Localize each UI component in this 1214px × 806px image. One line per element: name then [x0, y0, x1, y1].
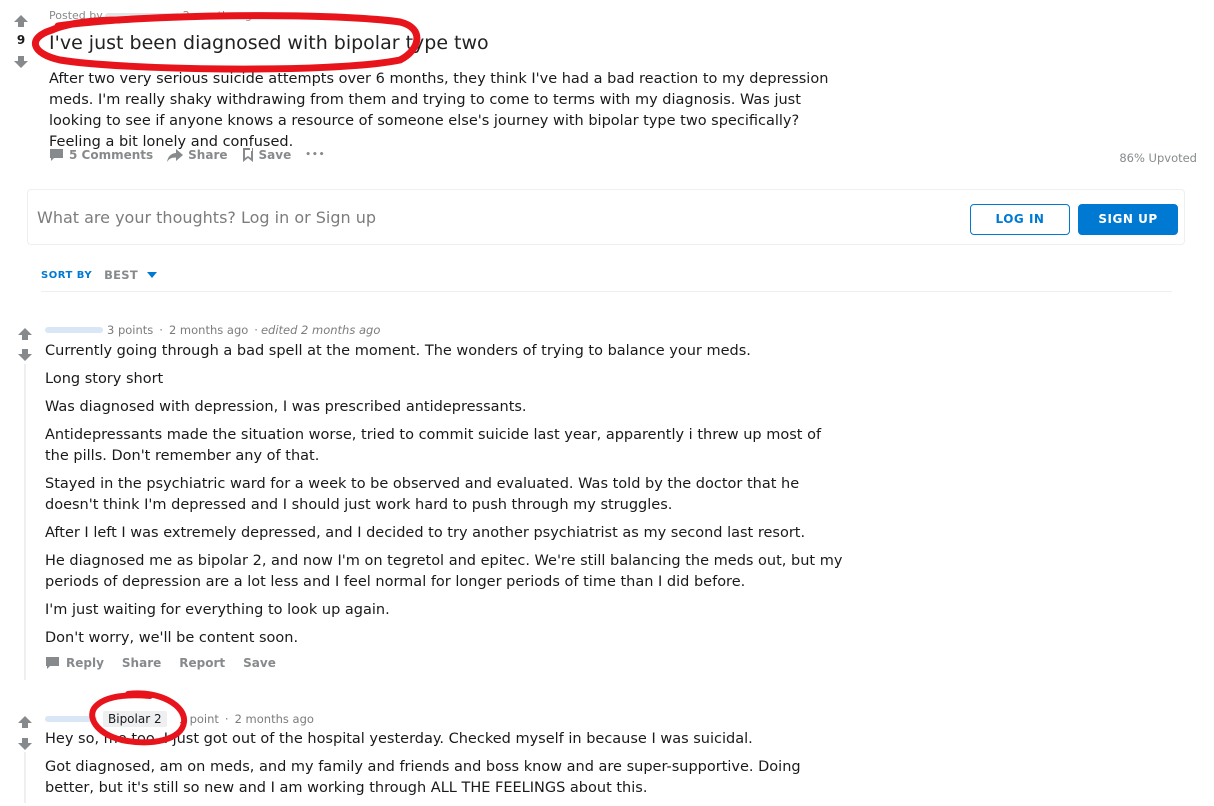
post-meta: Posted by 2 months ago — [49, 9, 259, 22]
post-body: After two very serious suicide attempts … — [49, 71, 829, 150]
comment-save-button[interactable]: Save — [243, 656, 276, 670]
save-label: Save — [258, 148, 292, 162]
comment-paragraph: Currently going through a bad spell at t… — [45, 343, 751, 359]
comment-paragraph: He diagnosed me as bipolar 2, and now I'… — [45, 553, 843, 590]
upvote-icon — [18, 716, 32, 728]
comment-downvote-button[interactable] — [18, 346, 32, 365]
comment-body: Hey so, me too. I just got out of the ho… — [45, 729, 845, 806]
comment-points: 1 point — [178, 712, 219, 726]
downvote-icon — [18, 738, 32, 750]
more-options-button[interactable]: ••• — [305, 150, 325, 160]
comment-edited: edited 2 months ago — [260, 323, 381, 337]
reply-button[interactable]: Reply — [66, 656, 104, 670]
comments-button[interactable]: 5 Comments — [49, 148, 153, 162]
chevron-down-icon — [147, 272, 158, 278]
divider — [41, 291, 1172, 292]
posted-by-label: Posted by — [49, 9, 103, 22]
comments-count: 5 Comments — [69, 148, 154, 162]
comment-paragraph: Hey so, me too. I just got out of the ho… — [45, 731, 753, 747]
comment-upvote-button[interactable] — [18, 325, 32, 344]
comment-icon — [50, 149, 63, 161]
share-button[interactable]: Share — [167, 148, 228, 162]
comment-body: Currently going through a bad spell at t… — [45, 341, 845, 656]
comment-paragraph: Don't worry, we'll be content soon. — [45, 630, 299, 646]
upvote-icon — [18, 328, 32, 340]
sign-up-button[interactable]: SIGN UP — [1078, 204, 1178, 235]
post-actions: 5 Comments Share Save ••• — [49, 148, 339, 162]
comment-actions: Reply Share Report Save — [45, 656, 294, 670]
sort-label: SORT BY — [41, 269, 93, 281]
sort-value: BEST — [104, 268, 139, 282]
comment-meta: Bipolar 2 1 point · 2 months ago — [45, 711, 314, 727]
post-time: 2 months ago — [182, 9, 259, 22]
comment-paragraph: Got diagnosed, am on meds, and my family… — [45, 759, 801, 796]
downvote-icon — [18, 349, 32, 361]
comment-paragraph: Antidepressants made the situation worse… — [45, 427, 822, 464]
report-button[interactable]: Report — [179, 656, 225, 670]
comment-share-button[interactable]: Share — [122, 656, 161, 670]
user-flair: Bipolar 2 — [103, 711, 167, 727]
thread-line[interactable] — [24, 364, 26, 680]
post-author-link[interactable] — [104, 13, 181, 19]
comment-points: 3 points — [107, 323, 154, 337]
comment-paragraph: Stayed in the psychiatric ward for a wee… — [45, 476, 800, 513]
comment-time: 2 months ago — [234, 712, 314, 726]
sort-dropdown[interactable]: SORT BY BEST — [41, 268, 158, 282]
share-label: Share — [188, 148, 228, 162]
log-in-button[interactable]: LOG IN — [970, 204, 1070, 235]
comment-prompt[interactable]: What are your thoughts? Log in or Sign u… — [37, 208, 376, 227]
save-button[interactable]: Save — [242, 148, 292, 162]
post-title[interactable]: I've just been diagnosed with bipolar ty… — [49, 32, 489, 54]
downvote-icon — [14, 56, 28, 68]
share-icon — [167, 148, 184, 162]
comment-time: 2 months ago — [168, 323, 249, 337]
upvote-ratio: 86% Upvoted — [1119, 151, 1197, 165]
comment-author-link[interactable] — [45, 716, 97, 722]
comment-icon — [46, 657, 59, 669]
comment-paragraph: I'm just waiting for everything to look … — [45, 602, 390, 618]
save-icon — [242, 148, 253, 162]
comment-meta: 3 points · 2 months ago · edited 2 month… — [45, 323, 380, 337]
more-icon: ••• — [305, 150, 326, 160]
post-downvote-button[interactable] — [14, 53, 28, 72]
comment-box: What are your thoughts? Log in or Sign u… — [27, 189, 1185, 245]
comment-paragraph: Was diagnosed with depression, I was pre… — [45, 399, 527, 415]
thread-line[interactable] — [24, 752, 26, 803]
upvote-icon — [14, 15, 28, 27]
post-upvote-button[interactable] — [14, 12, 28, 31]
comment-upvote-button[interactable] — [18, 713, 32, 732]
comment-author-link[interactable] — [45, 327, 103, 333]
comment-paragraph: Long story short — [45, 371, 164, 387]
comment-paragraph: After I left I was extremely depressed, … — [45, 525, 806, 541]
post-score: 9 — [16, 33, 26, 47]
